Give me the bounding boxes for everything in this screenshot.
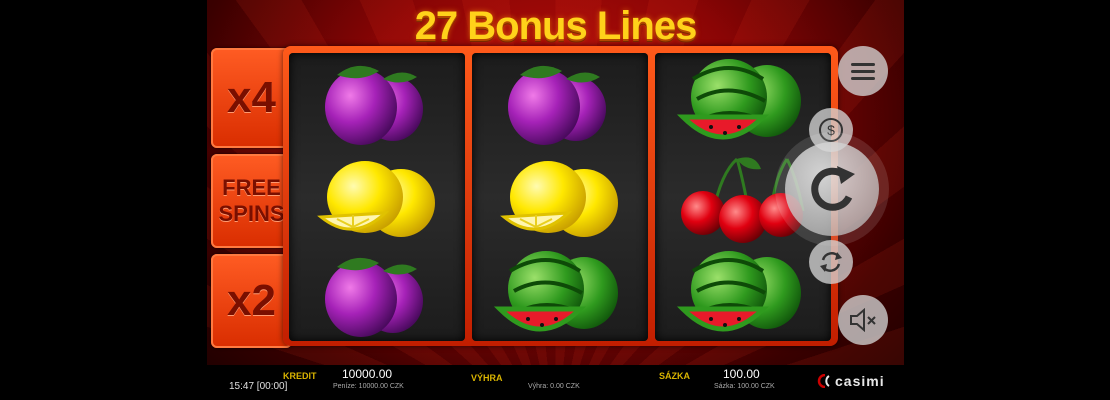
reels-frame [283, 46, 838, 346]
svg-text:$: $ [827, 122, 835, 138]
win-label: VÝHRA [471, 373, 503, 383]
credit-sub: Peníze: 10000.00 CZK [333, 383, 404, 390]
reel-2 [472, 53, 648, 341]
brand-name: casimi [835, 373, 885, 389]
spin-button[interactable] [785, 142, 879, 236]
multiplier-x2: x2 [211, 254, 292, 348]
symbol-lemon [297, 153, 457, 245]
reel-1 [289, 53, 465, 341]
menu-button[interactable] [838, 46, 888, 96]
multiplier-x4: x4 [211, 48, 292, 148]
symbol-lemon [480, 153, 640, 245]
credit-label: KREDIT [283, 371, 317, 381]
bet-sub: Sázka: 100.00 CZK [714, 383, 775, 390]
spin-arrow-icon [811, 166, 855, 211]
sound-button[interactable] [838, 295, 888, 345]
game-title: 27 Bonus Lines [414, 4, 698, 48]
casimi-logo-icon [817, 373, 830, 389]
slot-game: 27 Bonus Lines x4 FREE SPINS x2 $ 15:47 … [207, 0, 904, 400]
bet-label: SÁZKA [659, 371, 690, 381]
credit-value: 10000.00 [342, 367, 393, 381]
symbol-plum [297, 57, 457, 149]
multiplier-free-spins: FREE SPINS [211, 154, 292, 248]
menu-icon [851, 63, 875, 80]
symbol-watermelon [480, 249, 640, 341]
sound-muted-icon [850, 308, 876, 332]
clock: 15:47 [00:00] [229, 381, 288, 392]
win-sub: Výhra: 0.00 CZK [528, 383, 580, 390]
brand-logo: casimi [817, 373, 884, 393]
symbol-plum [480, 57, 640, 149]
bet-value: 100.00 [723, 367, 760, 381]
autoplay-button[interactable] [809, 240, 853, 284]
status-bar: 15:47 [00:00] KREDIT 10000.00 Peníze: 10… [207, 365, 904, 400]
autoplay-icon [820, 252, 842, 272]
symbol-watermelon [663, 57, 823, 149]
symbol-plum [297, 249, 457, 341]
symbol-watermelon [663, 249, 823, 341]
dollar-coin-icon: $ [819, 118, 843, 142]
